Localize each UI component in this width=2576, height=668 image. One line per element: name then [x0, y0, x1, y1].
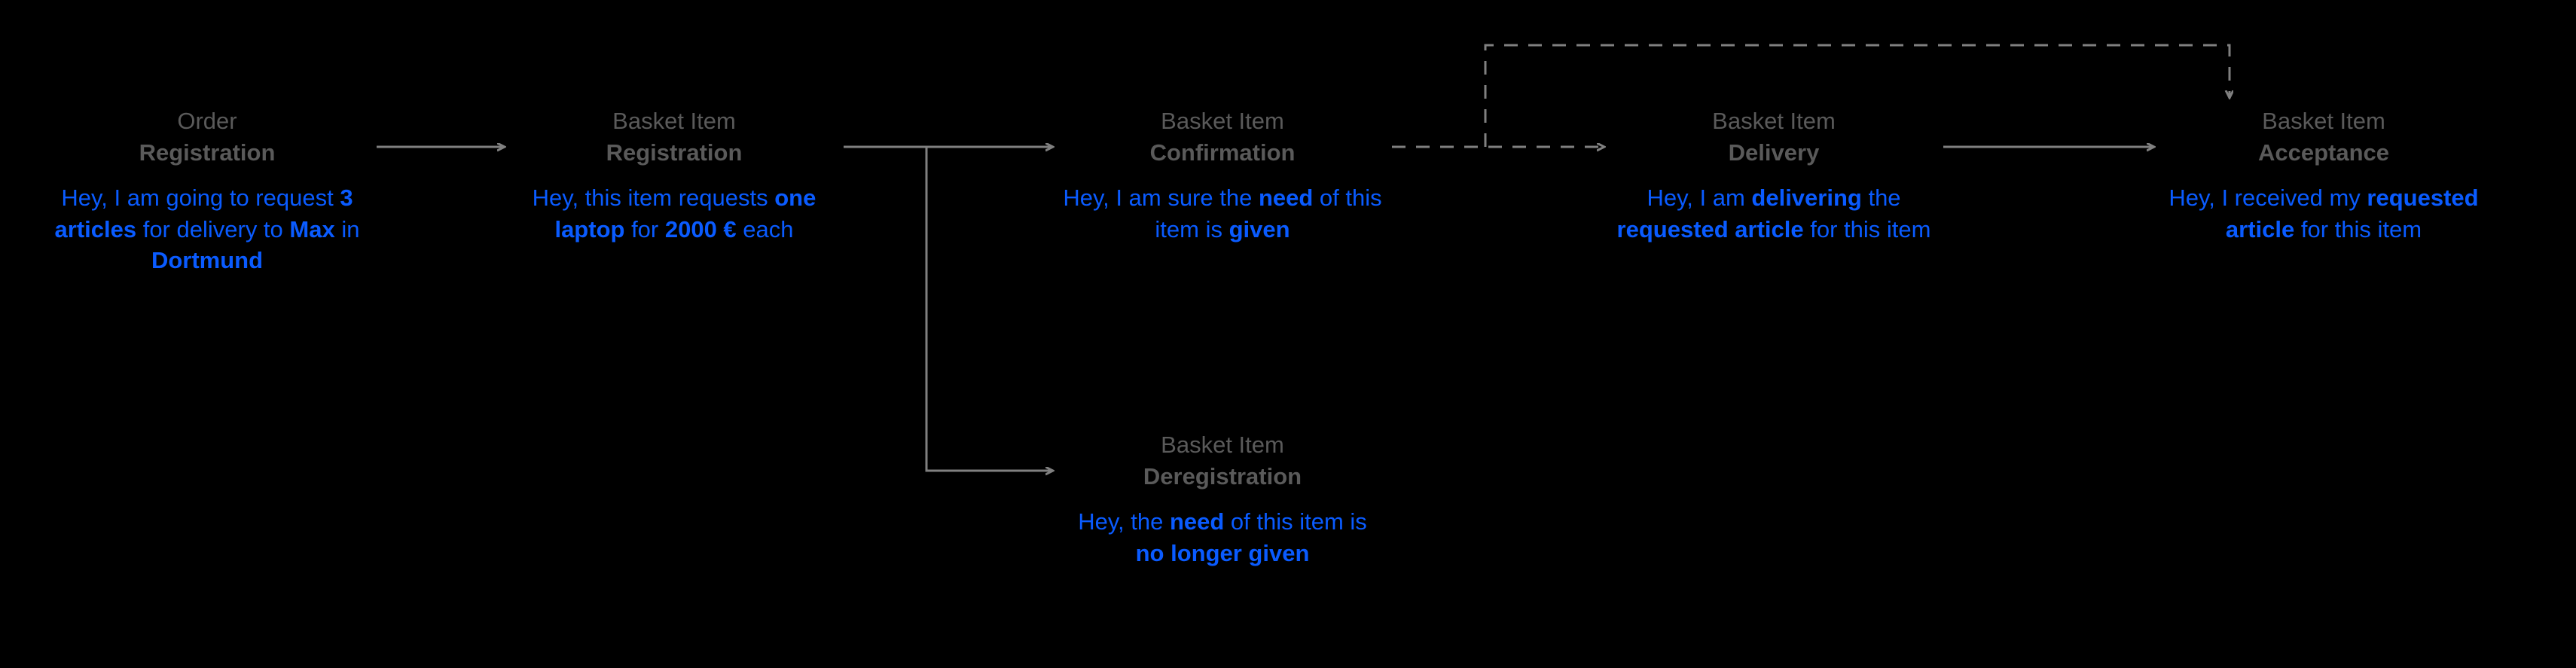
title-line2: Registration — [606, 139, 743, 166]
node-basket-registration: Basket Item Registration Hey, this item … — [512, 105, 836, 245]
node-description: Hey, I am delivering the requested artic… — [1612, 182, 1936, 246]
node-basket-delivery: Basket Item Delivery Hey, I am deliverin… — [1612, 105, 1936, 245]
node-description: Hey, I am sure the need of this item is … — [1061, 182, 1384, 246]
node-description: Hey, I am going to request 3 articles fo… — [45, 182, 369, 277]
node-title: Basket Item Registration — [512, 105, 836, 169]
node-title: Order Registration — [45, 105, 369, 169]
node-description: Hey, this item requests one laptop for 2… — [512, 182, 836, 246]
title-line1: Basket Item — [1161, 432, 1284, 458]
title-line2: Deregistration — [1143, 463, 1302, 490]
node-description: Hey, the need of this item is no longer … — [1061, 506, 1384, 569]
title-line2: Registration — [139, 139, 276, 166]
title-line1: Basket Item — [2262, 108, 2385, 134]
title-line2: Acceptance — [2258, 139, 2389, 166]
node-description: Hey, I received my requested article for… — [2162, 182, 2486, 246]
title-line2: Confirmation — [1150, 139, 1296, 166]
node-title: Basket Item Acceptance — [2162, 105, 2486, 169]
node-basket-acceptance: Basket Item Acceptance Hey, I received m… — [2162, 105, 2486, 245]
title-line1: Basket Item — [1161, 108, 1284, 134]
node-title: Basket Item Delivery — [1612, 105, 1936, 169]
title-line1: Basket Item — [1712, 108, 1836, 134]
node-title: Basket Item Deregistration — [1061, 429, 1384, 493]
title-line1: Order — [177, 108, 237, 134]
node-basket-confirmation: Basket Item Confirmation Hey, I am sure … — [1061, 105, 1384, 245]
title-line2: Delivery — [1729, 139, 1820, 166]
node-basket-deregistration: Basket Item Deregistration Hey, the need… — [1061, 429, 1384, 569]
title-line1: Basket Item — [612, 108, 736, 134]
node-order-registration: Order Registration Hey, I am going to re… — [45, 105, 369, 276]
edge-registration-to-deregistration — [926, 147, 1053, 471]
node-title: Basket Item Confirmation — [1061, 105, 1384, 169]
